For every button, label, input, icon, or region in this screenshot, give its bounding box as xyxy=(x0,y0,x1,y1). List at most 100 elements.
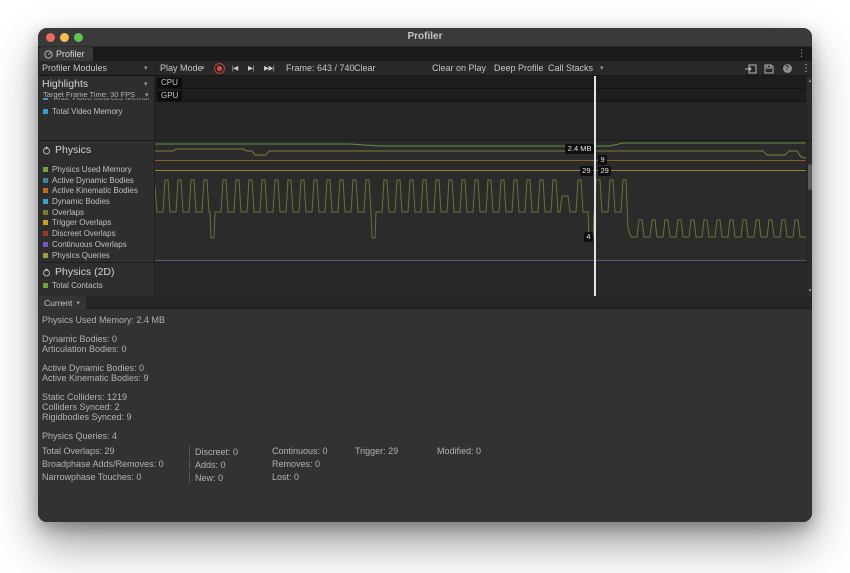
cell-broadphase: Broadphase Adds/Removes: 0 xyxy=(42,458,164,471)
module-header-physics[interactable]: Physics xyxy=(42,144,91,156)
stat-static-colliders: Static Colliders: 1219 xyxy=(42,392,812,402)
selected-frame-line[interactable] xyxy=(594,76,596,296)
legend-swatch xyxy=(43,167,48,172)
toolbar-menu-icon[interactable]: ⋮ xyxy=(801,61,811,76)
cell-adds: Adds: 0 xyxy=(189,459,226,470)
module-sidebar: Highlights ▾ Target Frame Time: 30 FPS ▾… xyxy=(38,76,155,296)
help-button[interactable]: ? xyxy=(780,63,794,74)
legend-item-discreet-overlaps[interactable]: Discreet Overlaps xyxy=(43,228,116,238)
profiler-modules-caret-icon[interactable]: ▾ xyxy=(144,61,148,76)
cell-removes: Removes: 0 xyxy=(272,458,320,471)
record-button[interactable] xyxy=(214,63,225,74)
play-mode-dropdown[interactable]: Play Mode xyxy=(160,61,203,76)
physics-module-chart[interactable] xyxy=(155,140,806,262)
window-title: Profiler xyxy=(38,31,812,42)
legend-item-continuous-overlaps[interactable]: Continuous Overlaps xyxy=(43,239,127,249)
video-module-chart[interactable] xyxy=(155,102,806,140)
call-stacks-caret-icon[interactable]: ▾ xyxy=(600,61,604,76)
scroll-up-icon[interactable]: ▲ xyxy=(807,78,812,84)
legend-swatch xyxy=(43,98,48,100)
legend-swatch xyxy=(43,253,48,258)
broadphase-table-row: Broadphase Adds/Removes: 0 Adds: 0 Remov… xyxy=(42,458,812,471)
profiler-toolbar: Profiler Modules ▾ Play Mode ▾ |◀ ▶| ▶▶|… xyxy=(38,61,812,76)
clear-button[interactable]: Clear xyxy=(354,61,376,76)
profiler-modules-dropdown[interactable]: Profiler Modules xyxy=(42,61,107,76)
cpu-usage-chart[interactable]: CPU xyxy=(155,76,806,89)
legend-item-total-video-memory[interactable]: Total Video Memory xyxy=(43,106,123,116)
call-stacks-dropdown[interactable]: Call Stacks xyxy=(548,61,593,76)
narrowphase-table-row: Narrowphase Touches: 0 New: 0 Lost: 0 xyxy=(42,471,812,484)
physics-2d-module-icon xyxy=(42,268,51,277)
stat-active-dynamic-bodies: Active Dynamic Bodies: 0 xyxy=(42,363,812,373)
legend-swatch xyxy=(43,242,48,247)
module-divider xyxy=(38,140,812,141)
cpu-chart-label: CPU xyxy=(157,78,182,88)
play-mode-caret-icon[interactable]: ▾ xyxy=(201,61,205,76)
charts-column[interactable]: CPU GPU xyxy=(155,76,806,296)
stat-dynamic-bodies: Dynamic Bodies: 0 xyxy=(42,334,812,344)
overlaps-table-row: Total Overlaps: 29 Discreet: 0 Continuou… xyxy=(42,445,812,458)
series-physics-used-memory xyxy=(155,143,806,146)
value-badge-overlaps-right: 29 xyxy=(598,166,611,176)
details-view-caret-icon: ▾ xyxy=(76,299,80,307)
clear-on-play-toggle[interactable]: Clear on Play xyxy=(432,61,486,76)
toolbar-separator xyxy=(155,62,156,75)
cell-trigger: Trigger: 29 xyxy=(355,445,398,458)
value-badge-overlaps-left: 29 xyxy=(580,166,593,176)
legend-swatch xyxy=(43,210,48,215)
module-divider xyxy=(38,262,812,263)
series-physics-queries xyxy=(155,180,806,238)
legend-item-physics-used-memory[interactable]: Physics Used Memory xyxy=(43,164,132,174)
profiler-window: Profiler Profiler ⋮ Profiler Modules ▾ P… xyxy=(38,28,812,522)
cell-lost: Lost: 0 xyxy=(272,471,299,484)
cell-narrowphase: Narrowphase Touches: 0 xyxy=(42,471,141,484)
physics-series-plot xyxy=(155,140,806,262)
legend-item-partial[interactable]: Total Video Sources Memory xyxy=(43,98,151,104)
legend-swatch xyxy=(43,188,48,193)
scroll-down-icon[interactable]: ▼ xyxy=(807,288,812,294)
legend-swatch xyxy=(43,220,48,225)
physics-2d-module-chart[interactable] xyxy=(155,262,806,296)
scrollbar-thumb[interactable] xyxy=(808,164,812,190)
legend-item-active-kinematic-bodies[interactable]: Active Kinematic Bodies xyxy=(43,185,138,195)
save-profile-button[interactable] xyxy=(762,63,776,74)
legend-item-total-contacts[interactable]: Total Contacts xyxy=(43,280,103,290)
legend-swatch xyxy=(43,231,48,236)
next-frame-button[interactable]: ▶| xyxy=(248,61,254,76)
legend-item-dynamic-bodies[interactable]: Dynamic Bodies xyxy=(43,196,110,206)
deep-profile-toggle[interactable]: Deep Profile xyxy=(494,61,544,76)
stat-rigidbodies-synced: Rigidbodies Synced: 9 xyxy=(42,412,812,422)
details-panel: Physics Used Memory: 2.4 MB Dynamic Bodi… xyxy=(38,309,812,522)
cell-new: New: 0 xyxy=(189,472,223,483)
desktop: Profiler Profiler ⋮ Profiler Modules ▾ P… xyxy=(0,0,850,573)
legend-swatch xyxy=(43,199,48,204)
current-frame-button[interactable]: ▶▶| xyxy=(264,61,274,76)
gpu-usage-chart[interactable]: GPU xyxy=(155,89,806,102)
frame-counter: Frame: 643 / 740 xyxy=(286,61,355,76)
gpu-chart-label: GPU xyxy=(157,91,182,101)
stat-articulation-bodies: Articulation Bodies: 0 xyxy=(42,344,812,354)
module-header-physics-2d[interactable]: Physics (2D) xyxy=(42,266,115,278)
legend-item-overlaps[interactable]: Overlaps xyxy=(43,207,84,217)
stat-colliders-synced: Colliders Synced: 2 xyxy=(42,402,812,412)
highlights-caret-icon[interactable]: ▾ xyxy=(144,80,148,88)
load-profile-button[interactable] xyxy=(744,63,758,74)
tab-profiler[interactable]: Profiler xyxy=(39,47,93,61)
legend-item-active-dynamic-bodies[interactable]: Active Dynamic Bodies xyxy=(43,175,134,185)
module-header-highlights[interactable]: Highlights xyxy=(42,78,88,90)
cell-continuous: Continuous: 0 xyxy=(272,445,328,458)
vertical-scrollbar[interactable]: ▲ ▼ xyxy=(806,76,812,296)
legend-swatch xyxy=(43,178,48,183)
legend-item-trigger-overlaps[interactable]: Trigger Overlaps xyxy=(43,217,111,227)
details-header: Current ▾ xyxy=(38,296,812,309)
stat-physics-used-memory: Physics Used Memory: 2.4 MB xyxy=(42,315,812,325)
tab-menu-icon[interactable]: ⋮ xyxy=(797,48,806,59)
legend-swatch xyxy=(43,283,48,288)
legend-item-physics-queries[interactable]: Physics Queries xyxy=(43,250,110,260)
profiler-gauge-icon xyxy=(44,50,53,59)
details-view-dropdown[interactable]: Current ▾ xyxy=(38,296,86,309)
previous-frame-button[interactable]: |◀ xyxy=(232,61,238,76)
value-badge-kinematic: 9 xyxy=(598,155,607,165)
stat-physics-queries: Physics Queries: 4 xyxy=(42,431,812,441)
title-bar: Profiler xyxy=(38,28,812,47)
